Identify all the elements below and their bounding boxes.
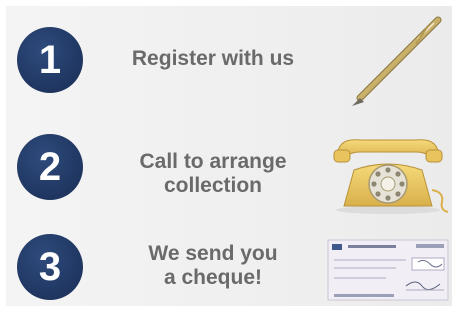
step-3-number: 3 <box>38 245 62 289</box>
pen-icon <box>352 16 442 106</box>
step-3-line-1: We send you <box>148 242 278 265</box>
cheque-icon <box>327 239 449 301</box>
step-1-text: Register with us <box>103 47 323 71</box>
step-3-badge: 3 <box>17 234 83 300</box>
step-1-number: 1 <box>38 38 62 82</box>
step-2-badge: 2 <box>17 134 83 200</box>
step-2-number: 2 <box>38 145 62 189</box>
step-3-line-2: a cheque! <box>163 266 263 289</box>
telephone-icon <box>333 139 449 214</box>
step-2-line-1: Call to arrange <box>139 150 287 173</box>
step-2-line-2: collection <box>163 174 263 197</box>
step-1-badge: 1 <box>17 27 83 93</box>
step-3-text: We send you a cheque! <box>103 242 323 290</box>
step-1-line-1: Register with us <box>131 47 295 70</box>
step-2-text: Call to arrange collection <box>103 150 323 198</box>
